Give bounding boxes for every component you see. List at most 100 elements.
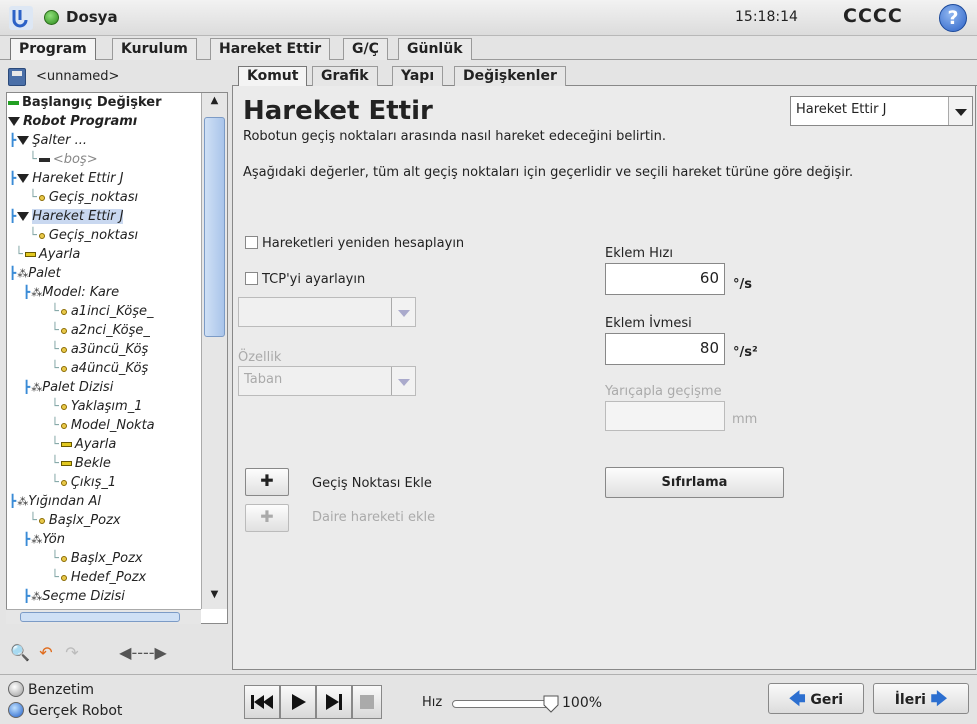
waypoint-icon xyxy=(60,346,67,353)
tab-move[interactable]: Hareket Ettir xyxy=(210,38,331,60)
tree-node[interactable]: ┣⁂ Yığından Al xyxy=(9,494,101,513)
tab-installation[interactable]: Kurulum xyxy=(112,38,197,60)
waypoint-icon xyxy=(60,365,67,372)
feature-select[interactable]: Taban xyxy=(238,366,416,396)
tree-node[interactable]: ┣⁂ Palet xyxy=(9,266,61,285)
tree-node[interactable]: └ a1inci_Köşe_ xyxy=(51,304,153,323)
tab-variables[interactable]: Değişkenler xyxy=(454,66,566,86)
tab-io[interactable]: G/Ç xyxy=(343,38,388,60)
tree-node[interactable]: ┣ Şalter ... xyxy=(9,133,87,152)
waypoint-icon xyxy=(60,403,67,410)
expand-triangle-icon xyxy=(17,174,30,183)
tree-node[interactable]: └ a3üncü_Köş xyxy=(51,342,148,361)
step-button[interactable] xyxy=(316,685,352,719)
play-button[interactable] xyxy=(280,685,316,719)
pallet-icon: ⁂ xyxy=(17,267,28,280)
tree-node[interactable]: └ a2nci_Köşe_ xyxy=(51,323,150,342)
waypoint-icon xyxy=(60,574,67,581)
page-title: Hareket Ettir xyxy=(243,96,433,126)
add-circle-move-button[interactable]: ✚ xyxy=(245,504,289,532)
search-icon[interactable]: 🔍 xyxy=(8,642,32,666)
scroll-thumb[interactable] xyxy=(204,117,225,337)
tree-node[interactable]: └ Model_Nokta xyxy=(51,418,155,437)
tree-node[interactable]: └ Geçiş_noktası xyxy=(29,228,138,247)
speed-slider[interactable] xyxy=(452,695,559,713)
back-button[interactable]: 🡄 Geri xyxy=(768,683,864,714)
rewind-button[interactable] xyxy=(244,685,280,719)
joint-accel-input[interactable]: 80 xyxy=(605,333,725,365)
joint-speed-input[interactable]: 60 xyxy=(605,263,725,295)
checkbox-box xyxy=(245,272,258,285)
help-icon[interactable]: ? xyxy=(939,4,967,32)
radio-on-icon xyxy=(8,702,24,718)
blend-radius-input[interactable] xyxy=(605,401,725,431)
tree-node[interactable]: └ Başlx_Pozx xyxy=(51,551,143,570)
next-button[interactable]: İleri 🡆 xyxy=(873,683,969,714)
undo-icon[interactable]: ↶ xyxy=(34,642,58,666)
scroll-down-icon[interactable]: ▼ xyxy=(204,589,225,607)
program-tree[interactable]: Başlangıç Değişker Robot Programı ┣ Şalte… xyxy=(6,92,228,624)
add-circle-move-label: Daire hareketi ekle xyxy=(312,510,436,525)
tab-structure[interactable]: Yapı xyxy=(392,66,444,86)
tree-node-selected[interactable]: ┣ Hareket Ettir J xyxy=(9,209,124,228)
real-robot-radio[interactable]: Gerçek Robot xyxy=(8,702,122,719)
file-menu[interactable]: Dosya xyxy=(66,8,118,26)
tree-node[interactable]: ┣⁂ Yön xyxy=(23,532,65,551)
step-icon xyxy=(326,694,342,710)
tree-toolbar: 🔍 ↶ ↷ ◀----▶ xyxy=(6,638,228,670)
chevron-down-icon xyxy=(391,298,415,326)
chevron-down-icon xyxy=(391,367,415,395)
simulation-radio[interactable]: Benzetim xyxy=(8,681,94,698)
expand-triangle-icon xyxy=(8,117,20,126)
tab-log[interactable]: Günlük xyxy=(398,38,472,60)
tree-horizontal-scrollbar[interactable] xyxy=(6,609,201,624)
description: Robotun geçiş noktaları arasında nasıl h… xyxy=(243,129,666,144)
tree-node[interactable]: └ a4üncü_Köş xyxy=(51,361,148,380)
tree-node[interactable]: ┣⁂ Model: Kare xyxy=(23,285,119,304)
tree-node[interactable]: └ Geçiş_noktası xyxy=(29,190,138,209)
reset-button[interactable]: Sıfırlama xyxy=(605,467,784,498)
tree-node[interactable]: ┣ Hareket Ettir J xyxy=(9,171,123,190)
joint-accel-label: Eklem İvmesi xyxy=(605,316,692,331)
tree-node[interactable]: └ <boş> xyxy=(29,152,98,171)
tcp-select[interactable] xyxy=(238,297,416,327)
program-file-name: <unnamed> xyxy=(36,69,120,84)
tree-node[interactable]: └ Hedef_Pozx xyxy=(51,570,146,589)
scroll-up-icon[interactable]: ▲ xyxy=(204,95,225,113)
tree-node[interactable]: └ Ayarla xyxy=(15,247,80,266)
waypoint-icon xyxy=(60,327,67,334)
tab-command[interactable]: Komut xyxy=(238,66,308,86)
scroll-thumb[interactable] xyxy=(20,612,180,622)
recalculate-checkbox[interactable]: Hareketleri yeniden hesaplayın xyxy=(245,236,464,251)
tree-node[interactable]: └ Ayarla xyxy=(51,437,116,456)
joint-accel-unit: °/s² xyxy=(733,345,758,360)
move-type-select[interactable]: Hareket Ettir J xyxy=(790,96,973,126)
init-variables-icon xyxy=(8,100,19,105)
speed-slider-thumb[interactable] xyxy=(543,695,559,713)
stop-button[interactable] xyxy=(352,685,382,719)
tree-node[interactable]: └ Yaklaşım_1 xyxy=(51,399,142,418)
redo-icon[interactable]: ↷ xyxy=(60,642,84,666)
tree-vertical-scrollbar[interactable]: ▲ ▼ xyxy=(201,93,227,609)
tree-node[interactable]: ┣⁂ Seçme Dizisi xyxy=(23,589,125,608)
add-waypoint-button[interactable]: ✚ xyxy=(245,468,289,496)
tab-graphics[interactable]: Grafik xyxy=(312,66,378,86)
speed-value: 100% xyxy=(562,695,603,711)
waypoint-icon xyxy=(60,555,67,562)
tree-node[interactable]: └ Çıkış_1 xyxy=(51,475,116,494)
expand-triangle-icon xyxy=(17,212,30,221)
waypoint-icon xyxy=(60,479,67,486)
tree-node[interactable]: Robot Programı xyxy=(8,114,137,133)
tree-node[interactable]: ┣⁂ Palet Dizisi xyxy=(23,380,113,399)
expand-triangle-icon xyxy=(17,136,30,145)
tree-node[interactable]: └ Bekle xyxy=(51,456,111,475)
checkbox-box xyxy=(245,236,258,249)
tree-node[interactable]: Başlangıç Değişker xyxy=(8,95,162,114)
radio-off-icon xyxy=(8,681,24,697)
tree-node[interactable]: └ Başlx_Pozx xyxy=(29,513,121,532)
set-tcp-checkbox[interactable]: TCP'yi ayarlayın xyxy=(245,272,365,287)
save-icon[interactable] xyxy=(8,68,26,86)
description-detail: Aşağıdaki değerler, tüm alt geçiş noktal… xyxy=(243,165,854,180)
move-node-arrows-icon[interactable]: ◀----▶ xyxy=(88,642,198,666)
tab-program[interactable]: Program xyxy=(10,38,96,60)
